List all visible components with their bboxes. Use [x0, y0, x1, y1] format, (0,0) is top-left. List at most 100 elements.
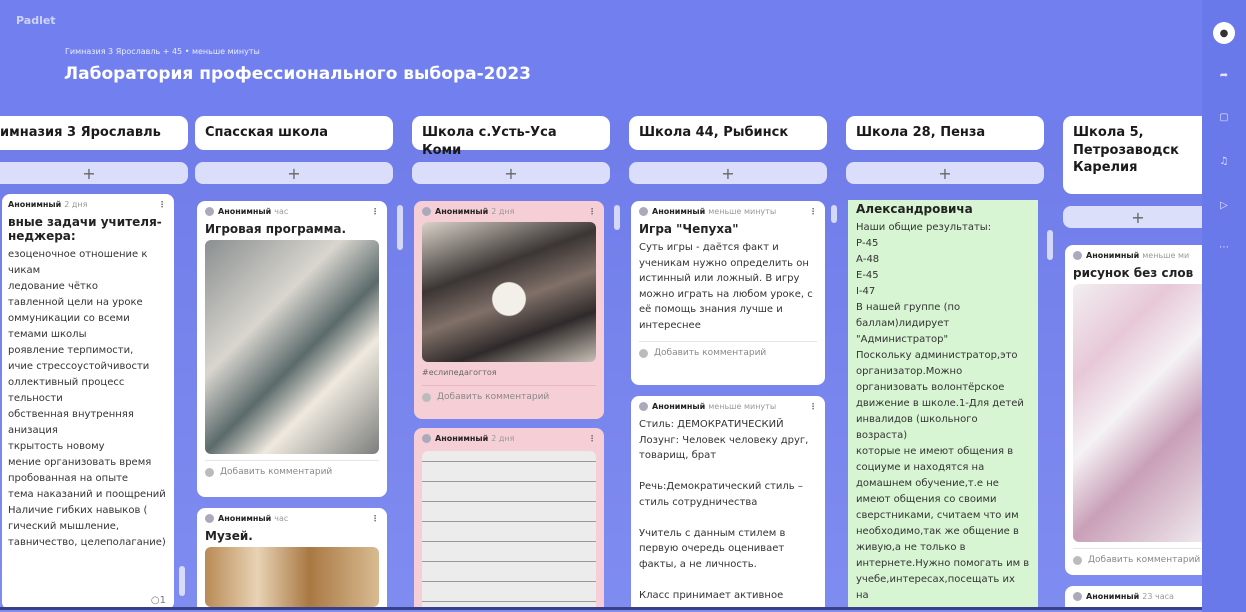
column-title: Школа 28, Пенза [846, 116, 1044, 150]
bell-icon[interactable]: ♫ [1213, 150, 1235, 172]
post-author: Анонимный [652, 207, 706, 216]
board-byline: Гимназия 3 Ярославль + 45 • меньше минут… [65, 47, 260, 56]
post-photo[interactable] [205, 547, 379, 607]
board-columns: имназия 3 Ярославль + Анонимный 2 дня ⋮ … [0, 110, 1202, 610]
post-time: 2 дня [491, 434, 515, 443]
avatar [205, 467, 214, 477]
post-author: Анонимный [218, 207, 272, 216]
avatar [205, 514, 214, 523]
post-body: Стиль: ДЕМОКРАТИЧЕСКИЙ Лозунг: Человек ч… [639, 419, 809, 601]
add-comment[interactable]: Добавить комментарий [422, 385, 596, 402]
post-author: Анонимный [652, 402, 706, 411]
post-menu-icon[interactable]: ⋮ [371, 207, 379, 216]
share-icon[interactable]: ➦ [1213, 64, 1235, 86]
add-comment[interactable]: Добавить комментарий [205, 460, 379, 477]
post-time: 2 дня [64, 200, 88, 209]
padlet-logo[interactable]: Padlet [16, 14, 56, 27]
post-time: 23 часа [1142, 592, 1174, 601]
avatar [639, 348, 648, 358]
post-body: езоценочное отношение к чикам ледование … [8, 249, 166, 548]
post-author: Анонимный [8, 200, 62, 209]
post-menu-icon[interactable]: ⋮ [809, 207, 817, 216]
post-card[interactable]: Анонимный час ⋮ Музей. [197, 508, 387, 610]
add-comment-label: Добавить комментарий [437, 392, 550, 402]
avatar [422, 434, 431, 443]
post-title: Музей. [205, 529, 253, 543]
post-card[interactable]: Анонимный 2 дня ⋮ вные задачи учителя-не… [2, 194, 174, 610]
post-author: Анонимный [1086, 592, 1140, 601]
avatar [639, 207, 648, 216]
post-title: Игра "Чепуха" [639, 222, 739, 236]
avatar [1073, 251, 1082, 260]
post-title: вные задачи учителя-неджера: [8, 215, 162, 243]
post-body: Наши общие результаты: Р-45 А-48 Е-45 I-… [856, 222, 1030, 610]
post-card[interactable]: Анонимный час ⋮ Игровая программа. Добав… [197, 201, 387, 497]
post-photo[interactable] [205, 240, 379, 454]
board-title: Лаборатория профессионального выбора-202… [64, 64, 531, 84]
add-post-button[interactable]: + [412, 162, 610, 184]
add-post-button[interactable]: + [195, 162, 393, 184]
play-icon[interactable]: ▷ [1213, 194, 1235, 216]
post-photo[interactable] [1073, 284, 1202, 542]
post-card[interactable]: Анонимный 2 дня ⋮ #еслипедагогтоя Добави… [414, 201, 604, 419]
add-post-button[interactable]: + [629, 162, 827, 184]
avatar [422, 392, 431, 402]
column-scrollbar[interactable] [179, 566, 185, 596]
slideshow-icon[interactable]: ▢ [1213, 106, 1235, 128]
post-title: Александровича [856, 202, 973, 216]
column-scrollbar[interactable] [831, 205, 837, 223]
post-time: час [274, 514, 289, 523]
column-title: Школа 44, Рыбинск [629, 116, 827, 150]
more-icon[interactable]: ⋯ [1213, 236, 1235, 258]
column-title: Школа 5, Петрозаводск Карелия [1063, 116, 1202, 194]
add-comment[interactable]: Добавить комментарий [639, 341, 817, 358]
bottom-edge [0, 607, 1202, 610]
comment-count[interactable]: ○1 [151, 595, 166, 606]
post-time: меньше ми [1142, 251, 1190, 260]
post-time: час [274, 207, 289, 216]
avatar [422, 207, 431, 216]
add-post-button[interactable]: + [0, 162, 188, 184]
add-comment-label: Добавить комментарий [1088, 555, 1201, 565]
column-scrollbar[interactable] [1047, 230, 1053, 260]
avatar [1073, 592, 1082, 601]
column-school-44: Школа 44, Рыбинск + [629, 116, 827, 184]
post-card[interactable]: Анонимный меньше минуты ⋮ Стиль: ДЕМОКРА… [631, 396, 825, 610]
post-card[interactable]: Анонимный меньше ми рисунок без слов Доб… [1065, 245, 1202, 575]
avatar [639, 402, 648, 411]
column-school-28: Школа 28, Пенза + [846, 116, 1044, 184]
column-scrollbar[interactable] [614, 205, 620, 230]
post-card[interactable]: Александровича Наши общие результаты: Р-… [848, 200, 1038, 610]
post-menu-icon[interactable]: ⋮ [371, 514, 379, 523]
post-menu-icon[interactable]: ⋮ [158, 200, 166, 209]
column-school-5: Школа 5, Петрозаводск Карелия + [1063, 116, 1202, 228]
post-time: меньше минуты [708, 207, 777, 216]
add-comment[interactable]: Добавить комментарий [1073, 548, 1202, 565]
post-author: Анонимный [1086, 251, 1140, 260]
column-title: имназия 3 Ярославль [0, 116, 188, 150]
post-time: 2 дня [491, 207, 515, 216]
add-post-button[interactable]: + [846, 162, 1044, 184]
add-post-button[interactable]: + [1063, 206, 1202, 228]
post-title: Игровая программа. [205, 222, 347, 236]
post-card[interactable]: Анонимный 2 дня ⋮ [414, 428, 604, 610]
post-tag[interactable]: #еслипедагогтоя [422, 368, 596, 377]
column-scrollbar[interactable] [397, 205, 403, 250]
user-avatar-icon[interactable]: ● [1213, 22, 1235, 44]
post-time: меньше минуты [708, 402, 777, 411]
post-menu-icon[interactable]: ⋮ [809, 402, 817, 411]
add-comment-label: Добавить комментарий [220, 467, 333, 477]
column-spasskaya: Спасская школа + [195, 116, 393, 184]
post-card[interactable]: Анонимный меньше минуты ⋮ Игра "Чепуха" … [631, 201, 825, 385]
avatar [205, 207, 214, 216]
add-comment-label: Добавить комментарий [654, 348, 767, 358]
post-body: Суть игры - даётся факт и ученикам нужно… [639, 242, 813, 331]
column-gymnasium-3: имназия 3 Ярославль + [0, 116, 188, 184]
post-photo[interactable] [422, 222, 596, 362]
post-photo[interactable] [422, 451, 596, 610]
post-menu-icon[interactable]: ⋮ [588, 207, 596, 216]
column-ust-usa: Школа с.Усть-Уса Коми + [412, 116, 610, 184]
right-rail: ● ➦ ▢ ♫ ▷ ⋯ [1202, 0, 1246, 612]
post-menu-icon[interactable]: ⋮ [588, 434, 596, 443]
column-title: Спасская школа [195, 116, 393, 150]
